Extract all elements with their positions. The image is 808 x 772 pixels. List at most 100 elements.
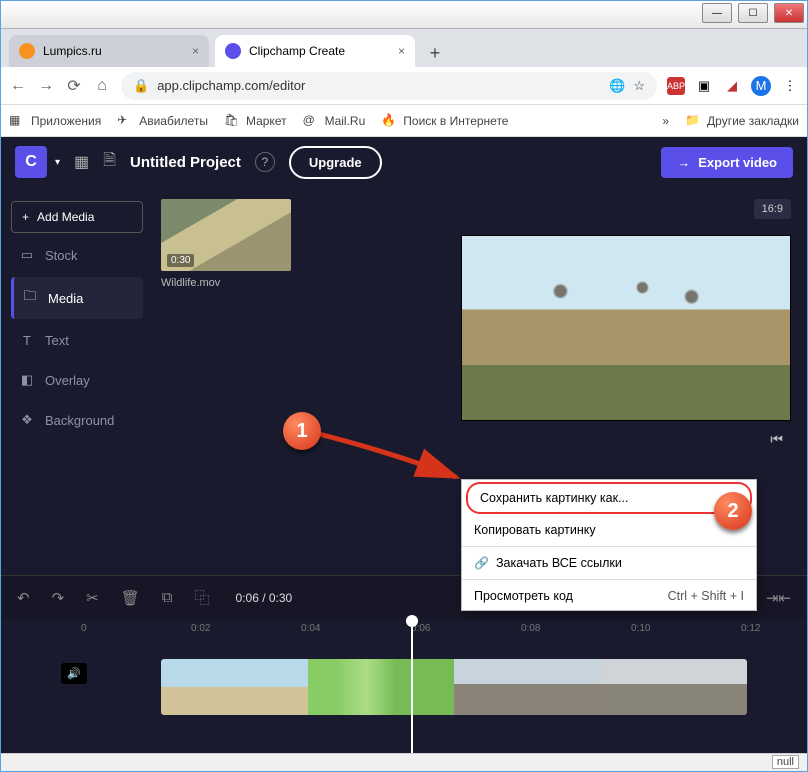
copy-icon[interactable]: ⧉ xyxy=(162,589,173,606)
cm-save-image[interactable]: Сохранить картинку как... xyxy=(466,482,752,514)
bookmark-label: Маркет xyxy=(246,114,287,128)
home-icon[interactable]: ⌂ xyxy=(93,77,111,95)
sidebar-item-background[interactable]: ❖Background xyxy=(11,402,143,438)
ruler-tick: 0:02 xyxy=(191,623,210,634)
sidebar-item-label: Text xyxy=(45,333,69,348)
close-window-button[interactable]: ✕ xyxy=(774,3,804,23)
market-bookmark[interactable]: 🛍 Маркет xyxy=(224,113,287,129)
paste-icon[interactable]: ⿻ xyxy=(195,587,210,608)
bookmark-label: Авиабилеты xyxy=(139,114,208,128)
sidebar-item-stock[interactable]: ▭Stock xyxy=(11,237,143,273)
audio-icon[interactable]: 🔊 xyxy=(61,663,87,684)
delete-icon[interactable]: 🗑 xyxy=(121,589,140,607)
reload-icon[interactable]: ⟳ xyxy=(65,76,83,96)
bookmarks-bar: ▦ Приложения ✈Авиабилеты 🛍 Маркет @Mail.Ru… xyxy=(1,105,807,137)
mailru-bookmark[interactable]: @Mail.Ru xyxy=(303,113,366,129)
cm-label: Сохранить картинку как... xyxy=(480,491,629,505)
clip-frame xyxy=(308,659,455,715)
clip-filename: Wildlife.mov xyxy=(161,277,293,289)
close-tab-icon[interactable]: × xyxy=(192,44,199,58)
apps-icon: ▦ xyxy=(9,113,25,129)
sidebar-item-media[interactable]: 🗀Media xyxy=(11,277,143,319)
document-icon[interactable]: 🗎 xyxy=(103,149,116,176)
pdf-icon[interactable]: ◢ xyxy=(723,77,741,95)
chevron-down-icon[interactable]: ▾ xyxy=(55,157,60,168)
apps-bookmark[interactable]: ▦ Приложения xyxy=(9,113,101,129)
cm-inspect[interactable]: Просмотреть код Ctrl + Shift + I xyxy=(462,582,756,610)
add-media-button[interactable]: + Add Media xyxy=(11,201,143,233)
null-label: null xyxy=(772,755,799,769)
favicon-icon xyxy=(19,43,35,59)
fit-icon[interactable]: ⇥⇤ xyxy=(766,589,791,607)
adblock-icon[interactable]: ABP xyxy=(667,77,685,95)
address-bar[interactable]: 🔒 app.clipchamp.com/editor 🌐 ☆ xyxy=(121,72,657,100)
browser-tabstrip: Lumpics.ru × Clipchamp Create × + xyxy=(1,29,807,67)
clip-duration: 0:30 xyxy=(167,254,194,267)
video-icon[interactable]: ▦ xyxy=(74,152,89,172)
project-title[interactable]: Untitled Project xyxy=(130,154,241,171)
star-icon[interactable]: ☆ xyxy=(633,78,645,94)
tab-lumpics[interactable]: Lumpics.ru × xyxy=(9,35,209,67)
other-bookmarks[interactable]: 📁Другие закладки xyxy=(685,113,799,129)
aspect-ratio-badge[interactable]: 16:9 xyxy=(754,199,791,219)
favicon-icon xyxy=(225,43,241,59)
new-tab-button[interactable]: + xyxy=(421,39,449,67)
cut-icon[interactable]: ✂ xyxy=(86,589,99,607)
cast-icon[interactable]: ▣ xyxy=(695,77,713,95)
search-bookmark[interactable]: 🔥Поиск в Интернете xyxy=(381,113,508,129)
sidebar-item-label: Background xyxy=(45,413,114,428)
horizontal-scrollbar[interactable]: null xyxy=(1,753,807,771)
minimize-button[interactable]: — xyxy=(702,3,732,23)
sidebar-item-label: Overlay xyxy=(45,373,90,388)
sidebar-item-overlay[interactable]: ◧Overlay xyxy=(11,362,143,398)
cm-label: Просмотреть код xyxy=(474,589,573,603)
stock-icon: ▭ xyxy=(19,247,35,263)
media-panel: 0:30 Wildlife.mov xyxy=(153,187,301,575)
timeline-clip[interactable] xyxy=(161,659,747,715)
ruler-tick: 0 xyxy=(81,623,87,634)
close-tab-icon[interactable]: × xyxy=(398,44,405,58)
tab-title: Clipchamp Create xyxy=(249,44,345,58)
forward-icon[interactable]: → xyxy=(37,77,55,95)
at-icon: @ xyxy=(303,113,319,129)
bookmark-label: Другие закладки xyxy=(707,114,799,128)
bag-icon: 🛍 xyxy=(224,113,240,129)
avia-bookmark[interactable]: ✈Авиабилеты xyxy=(117,113,208,129)
browser-toolbar: ← → ⟳ ⌂ 🔒 app.clipchamp.com/editor 🌐 ☆ A… xyxy=(1,67,807,105)
upgrade-button[interactable]: Upgrade xyxy=(289,146,382,179)
clip-frame xyxy=(161,659,308,715)
annotation-marker-2: 2 xyxy=(714,492,752,530)
back-icon[interactable]: ← xyxy=(9,77,27,95)
overflow-bookmark[interactable]: » xyxy=(662,114,669,128)
timeline-tracks[interactable]: 🔊 xyxy=(1,643,807,753)
ruler-tick: 0:04 xyxy=(301,623,320,634)
undo-icon[interactable]: ↶ xyxy=(17,589,30,607)
maximize-button[interactable]: ☐ xyxy=(738,3,768,23)
text-icon: T xyxy=(19,333,35,348)
video-preview[interactable] xyxy=(461,235,791,421)
media-thumbnail[interactable]: 0:30 xyxy=(161,199,291,271)
app-logo[interactable]: C xyxy=(15,146,47,178)
playhead[interactable] xyxy=(411,619,413,753)
sidebar-item-text[interactable]: T Text xyxy=(11,323,143,358)
rewind-button[interactable]: ⏮ xyxy=(305,421,791,458)
time-display: 0:06 / 0:30 xyxy=(236,591,293,605)
profile-avatar[interactable]: M xyxy=(751,76,771,96)
help-icon[interactable]: ? xyxy=(255,152,275,172)
cm-copy-image[interactable]: Копировать картинку xyxy=(462,516,756,544)
separator xyxy=(462,546,756,547)
bookmark-label: Поиск в Интернете xyxy=(403,114,508,128)
export-button[interactable]: → Export video xyxy=(661,147,793,178)
url-text: app.clipchamp.com/editor xyxy=(157,78,305,93)
cm-download-all[interactable]: 🔗Закачать ВСЕ ссылки xyxy=(462,549,756,577)
extension-icons: ABP ▣ ◢ M ⋮ xyxy=(667,76,799,96)
bookmark-label: Приложения xyxy=(31,114,101,128)
app-header: C ▾ ▦ 🗎 Untitled Project ? Upgrade → Exp… xyxy=(1,137,807,187)
redo-icon[interactable]: ↷ xyxy=(52,589,65,607)
cm-shortcut: Ctrl + Shift + I xyxy=(668,589,744,603)
tab-clipchamp[interactable]: Clipchamp Create × xyxy=(215,35,415,67)
menu-icon[interactable]: ⋮ xyxy=(781,77,799,95)
ruler-tick: 0:10 xyxy=(631,623,650,634)
timeline-ruler[interactable]: 0 0:02 0:04 0:06 0:08 0:10 0:12 xyxy=(1,619,807,643)
translate-icon[interactable]: 🌐 xyxy=(609,78,625,94)
